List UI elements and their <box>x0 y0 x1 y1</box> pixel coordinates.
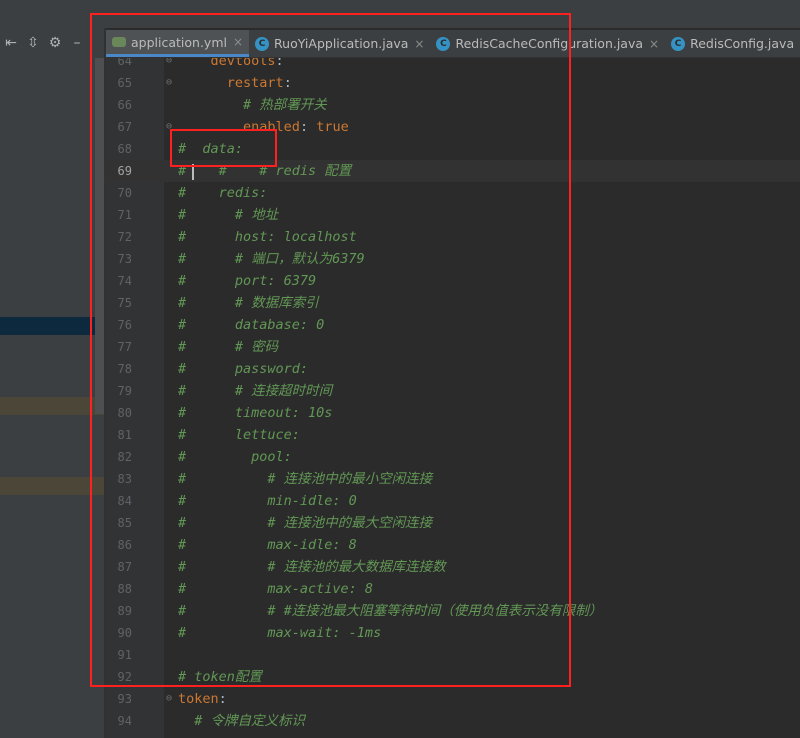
code-token: token <box>178 691 219 707</box>
code-text: token: <box>178 688 227 710</box>
line-number: 93 <box>117 692 132 706</box>
tree-row-highlighted[interactable] <box>0 477 104 495</box>
code-line[interactable]: 93 ⊖ token: <box>106 688 800 710</box>
hide-icon[interactable]: – <box>66 35 88 51</box>
code-text: # 令牌自定义标识 <box>178 710 305 732</box>
close-icon[interactable]: × <box>649 37 659 51</box>
tab-label: RedisConfig.java <box>690 36 795 51</box>
fold-icon[interactable]: ⊖ <box>164 688 174 710</box>
code-line[interactable]: 94 # 令牌自定义标识 <box>106 710 800 732</box>
code-token: # 令牌自定义标识 <box>178 713 306 729</box>
annotation-highlight-box <box>90 13 571 687</box>
tree-row-selected[interactable] <box>0 317 104 335</box>
tab-redisconfig-java[interactable]: CRedisConfig.java× <box>665 30 800 57</box>
expand-all-icon[interactable]: ⇳ <box>22 35 44 51</box>
annotation-highlight-box-data <box>170 129 277 167</box>
tree-row-highlighted[interactable] <box>0 397 104 415</box>
code-token: : <box>218 691 227 707</box>
gear-icon[interactable]: ⚙ <box>44 35 66 51</box>
class-icon: C <box>671 36 686 51</box>
collapse-all-icon[interactable]: ⇤ <box>0 35 22 51</box>
line-number: 94 <box>117 714 132 728</box>
